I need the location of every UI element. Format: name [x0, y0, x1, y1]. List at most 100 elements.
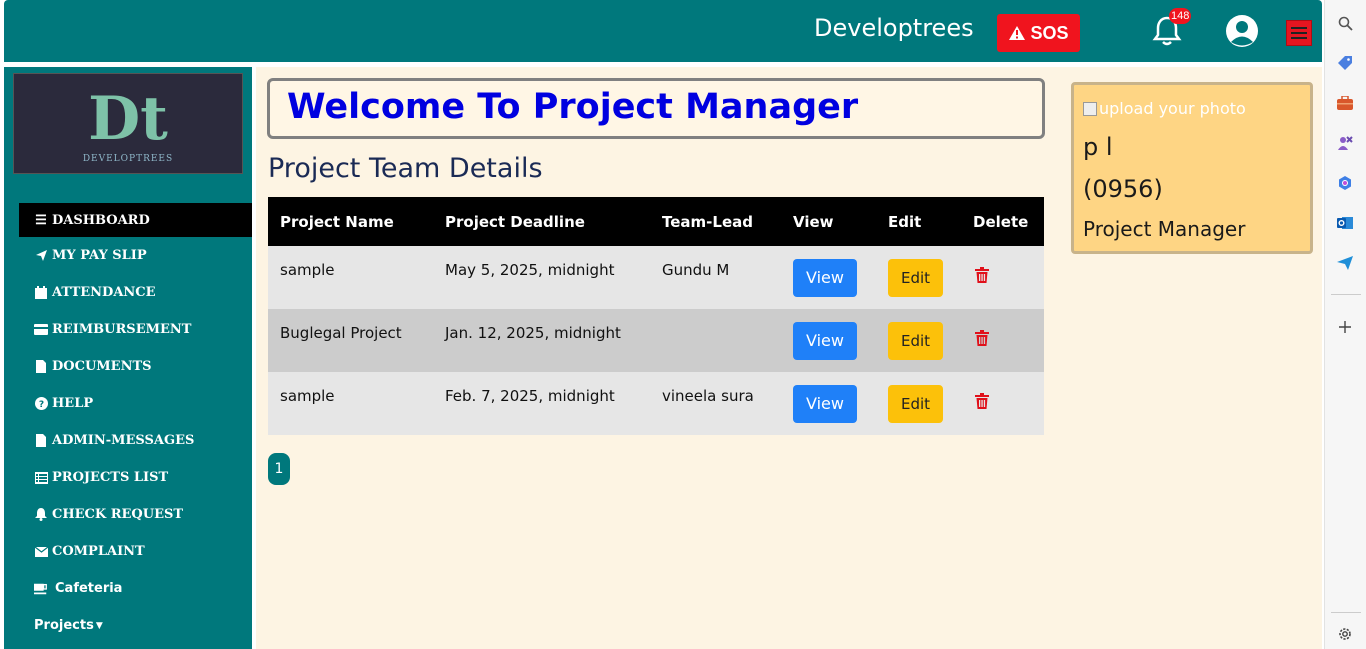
profile-role: Project Manager: [1083, 217, 1246, 241]
column-header: Edit: [876, 197, 961, 246]
project-name-cell: Buglegal Project: [268, 309, 433, 372]
sidebar: Dt DEVELOPTREES ☰ DASHBOARD MY PAY SLIP …: [4, 67, 252, 649]
edit-cell: Edit: [876, 309, 961, 372]
profile-employee-id: (0956): [1083, 175, 1163, 203]
company-logo: Dt DEVELOPTREES: [13, 73, 243, 174]
envelope-icon: [34, 546, 48, 557]
sidebar-item-label: ADMIN-MESSAGES: [52, 433, 195, 448]
coffee-icon: [34, 583, 48, 595]
send-icon[interactable]: [1335, 253, 1355, 273]
pagination-page-button[interactable]: 1: [268, 453, 290, 485]
edit-button[interactable]: Edit: [888, 385, 943, 423]
column-header: View: [781, 197, 876, 246]
divider: [1331, 294, 1361, 295]
brand-title: Developtrees: [814, 14, 974, 42]
sidebar-item-complaint[interactable]: COMPLAINT: [4, 533, 252, 570]
view-button[interactable]: View: [793, 259, 857, 297]
notification-count-badge: 148: [1169, 8, 1192, 24]
sos-button[interactable]: SOS: [997, 14, 1080, 52]
browser-sidebar: [1324, 0, 1366, 649]
bell-icon: [34, 508, 48, 521]
sidebar-item-attendance[interactable]: ATTENDANCE: [4, 274, 252, 311]
sidebar-item-projects[interactable]: Projects ▼: [4, 607, 252, 644]
deadline-cell: Feb. 7, 2025, midnight: [433, 372, 650, 435]
team-lead-cell: vineela sura: [650, 372, 781, 435]
team-lead-cell: [650, 309, 781, 372]
column-header: Project Name: [268, 197, 433, 246]
view-button[interactable]: View: [793, 385, 857, 423]
logo-letters: Dt: [88, 83, 168, 154]
sidebar-item-label: Projects: [34, 618, 94, 633]
section-title: Project Team Details: [268, 153, 543, 184]
edit-button[interactable]: Edit: [888, 259, 943, 297]
sidebar-item-admin-messages[interactable]: ADMIN-MESSAGES: [4, 422, 252, 459]
welcome-title: Welcome To Project Manager: [287, 87, 859, 127]
divider: [1331, 612, 1361, 613]
bars-icon: ☰: [35, 212, 47, 228]
sidebar-item-projects-list[interactable]: PROJECTS LIST: [4, 459, 252, 496]
trash-icon[interactable]: [975, 393, 989, 409]
copilot-icon[interactable]: [1335, 173, 1355, 193]
table-row: Buglegal Project Jan. 12, 2025, midnight…: [268, 309, 1044, 372]
svg-text:?: ?: [38, 400, 43, 410]
top-navbar: Developtrees SOS: [4, 0, 1322, 62]
sidebar-item-label: HELP: [52, 396, 94, 411]
table-row: sample Feb. 7, 2025, midnight vineela su…: [268, 372, 1044, 435]
main-content: Welcome To Project Manager Project Team …: [256, 67, 1322, 649]
profile-name: p l: [1083, 133, 1113, 161]
question-circle-icon: ?: [34, 397, 48, 410]
sidebar-item-my-pay-slip[interactable]: MY PAY SLIP: [4, 237, 252, 274]
user-circle-icon[interactable]: [1224, 13, 1260, 49]
caret-down-icon: ▼: [95, 620, 103, 631]
sidebar-item-label: REIMBURSEMENT: [52, 322, 192, 337]
view-button[interactable]: View: [793, 322, 857, 360]
list-icon: [34, 471, 48, 484]
edit-cell: Edit: [876, 246, 961, 309]
credit-card-icon: [34, 324, 48, 335]
trash-icon[interactable]: [975, 330, 989, 346]
delete-cell: [961, 309, 1044, 372]
sidebar-item-check-request[interactable]: CHECK REQUEST: [4, 496, 252, 533]
project-name-cell: sample: [268, 246, 433, 309]
broken-image-icon: [1083, 101, 1097, 116]
profile-photo[interactable]: upload your photo: [1083, 99, 1246, 118]
games-icon[interactable]: [1335, 133, 1355, 153]
briefcase-icon[interactable]: [1335, 93, 1355, 113]
team-lead-cell: Gundu M: [650, 246, 781, 309]
sidebar-item-label: DOCUMENTS: [52, 359, 152, 374]
sidebar-item-documents[interactable]: DOCUMENTS: [4, 348, 252, 385]
sidebar-item-label: DASHBOARD: [52, 212, 150, 228]
project-team-table: Project Name Project Deadline Team-Lead …: [268, 197, 1044, 435]
sidebar-item-help[interactable]: ? HELP: [4, 385, 252, 422]
logo-text: DEVELOPTREES: [82, 153, 174, 164]
sidebar-item-dashboard[interactable]: ☰ DASHBOARD: [19, 203, 252, 237]
edit-button[interactable]: Edit: [888, 322, 943, 360]
deadline-cell: Jan. 12, 2025, midnight: [433, 309, 650, 372]
column-header: Delete: [961, 197, 1044, 246]
outlook-icon[interactable]: [1335, 213, 1355, 233]
sidebar-item-label: COMPLAINT: [52, 544, 145, 559]
welcome-banner: Welcome To Project Manager: [267, 78, 1045, 139]
hamburger-menu-button[interactable]: [1286, 20, 1312, 46]
delete-cell: [961, 246, 1044, 309]
edit-cell: Edit: [876, 372, 961, 435]
delete-cell: [961, 372, 1044, 435]
project-name-cell: sample: [268, 372, 433, 435]
trash-icon[interactable]: [975, 267, 989, 283]
search-icon[interactable]: [1335, 13, 1355, 33]
sidebar-item-cafeteria[interactable]: Cafeteria: [4, 570, 252, 607]
settings-gear-icon[interactable]: [1335, 624, 1355, 644]
sidebar-item-label: Cafeteria: [55, 581, 123, 596]
sidebar-item-label: MY PAY SLIP: [52, 248, 147, 263]
table-row: sample May 5, 2025, midnight Gundu M Vie…: [268, 246, 1044, 309]
calendar-icon: [34, 286, 48, 299]
file-icon: [34, 360, 48, 373]
column-header: Team-Lead: [650, 197, 781, 246]
tag-icon[interactable]: [1335, 53, 1355, 73]
add-icon[interactable]: [1335, 317, 1355, 337]
sos-label: SOS: [1030, 22, 1069, 43]
view-cell: View: [781, 309, 876, 372]
warning-icon: [1009, 26, 1026, 40]
sidebar-item-reimbursement[interactable]: REIMBURSEMENT: [4, 311, 252, 348]
sidebar-item-label: CHECK REQUEST: [52, 507, 184, 522]
